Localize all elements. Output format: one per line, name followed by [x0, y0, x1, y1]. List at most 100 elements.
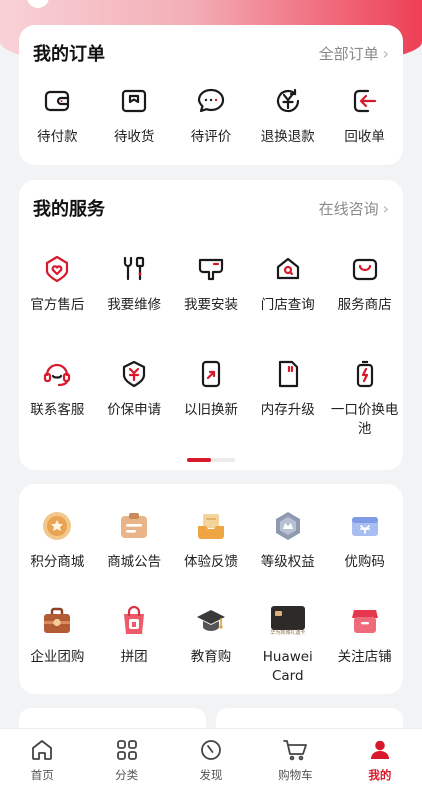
promo-label: 拼团 — [120, 649, 148, 665]
service-price-protect[interactable]: 价保申请 — [96, 358, 173, 439]
chevron-right-icon: › — [382, 198, 389, 218]
promo-feedback[interactable]: 体验反馈 — [173, 510, 250, 572]
service-label: 价保申请 — [107, 402, 162, 418]
all-orders-label: 全部订单 — [318, 44, 379, 63]
category-icon — [114, 737, 140, 763]
service-store-icon — [349, 253, 381, 285]
all-orders-link[interactable]: 全部订单 › — [319, 43, 389, 64]
order-recycle[interactable]: 回收单 — [326, 85, 403, 147]
package-icon — [118, 85, 150, 117]
tab-me[interactable]: 我的 — [338, 729, 422, 792]
refund-icon — [272, 85, 304, 117]
graduation-cap-icon — [195, 605, 227, 637]
group-buy-icon — [118, 605, 150, 637]
promo-announcement[interactable]: 商城公告 — [96, 510, 173, 572]
services-header: 我的服务 在线咨询 › — [33, 180, 389, 236]
service-label: 内存升级 — [260, 402, 315, 418]
install-icon — [195, 253, 227, 285]
service-label: 我要安装 — [183, 297, 238, 313]
points-coin-icon — [41, 510, 73, 542]
memory-card-icon — [272, 358, 304, 390]
orders-card: 我的订单 全部订单 › 待付款 待收货 待评价 退换退款 回收单 — [19, 25, 403, 165]
enterprise-bag-icon — [41, 605, 73, 637]
promo-label: 商城公告 — [107, 554, 162, 570]
service-official-aftersales[interactable]: 官方售后 — [19, 253, 96, 315]
carousel-indicator — [187, 458, 235, 462]
promo-huawei-card[interactable]: 华为商城礼遇卡 Huawei Card — [249, 605, 326, 686]
promo-label: Huawei Card — [262, 649, 313, 684]
service-battery[interactable]: 一口价换电池 — [326, 358, 403, 439]
order-to-receive[interactable]: 待收货 — [96, 85, 173, 147]
online-consult-link[interactable]: 在线咨询 › — [319, 198, 389, 219]
services-row-2: 联系客服 价保申请 以旧换新 内存升级 一口价换电池 — [19, 358, 403, 439]
cart-icon — [282, 737, 308, 763]
service-contact[interactable]: 联系客服 — [19, 358, 96, 439]
order-label: 待评价 — [190, 129, 232, 145]
service-install[interactable]: 我要安装 — [173, 253, 250, 315]
service-label: 以旧换新 — [183, 402, 238, 418]
promo-level-benefits[interactable]: 等级权益 — [249, 510, 326, 572]
promo-follow-store[interactable]: 关注店铺 — [326, 605, 403, 686]
wallet-icon — [41, 85, 73, 117]
promo-points-mall[interactable]: 积分商城 — [19, 510, 96, 572]
feedback-tray-icon — [195, 510, 227, 542]
order-pending-payment[interactable]: 待付款 — [19, 85, 96, 147]
price-protect-icon — [118, 358, 150, 390]
level-badge-icon — [272, 510, 304, 542]
home-icon — [29, 737, 55, 763]
orders-row: 待付款 待收货 待评价 退换退款 回收单 — [19, 85, 403, 147]
service-memory-upgrade[interactable]: 内存升级 — [249, 358, 326, 439]
order-label: 退换退款 — [260, 129, 315, 145]
tab-category[interactable]: 分类 — [84, 729, 168, 792]
comment-icon — [195, 85, 227, 117]
order-label: 待付款 — [37, 129, 78, 145]
tab-label: 发现 — [199, 768, 223, 782]
compass-icon — [198, 737, 224, 763]
coupon-code-icon — [349, 510, 381, 542]
profile-icon — [367, 737, 393, 763]
tab-cart[interactable]: 购物车 — [253, 729, 337, 792]
avatar[interactable] — [27, 0, 49, 8]
services-row-1: 官方售后 我要维修 我要安装 门店查询 服务商店 — [19, 253, 403, 315]
service-repair[interactable]: 我要维修 — [96, 253, 173, 315]
service-label: 服务商店 — [337, 297, 392, 313]
store-search-icon — [272, 253, 304, 285]
promo-label: 优购码 — [344, 554, 385, 570]
promo-label: 企业团购 — [30, 649, 85, 665]
chevron-right-icon: › — [382, 43, 389, 63]
promotions-row-1: 积分商城 商城公告 体验反馈 等级权益 优购码 — [19, 510, 403, 572]
service-label: 官方售后 — [30, 297, 85, 313]
tab-discover[interactable]: 发现 — [169, 729, 253, 792]
order-refund[interactable]: 退换退款 — [249, 85, 326, 147]
service-label: 我要维修 — [107, 297, 162, 313]
promotions-card: 积分商城 商城公告 体验反馈 等级权益 优购码 企业团购 拼团 教育购 华为商城… — [19, 484, 403, 694]
promo-label: 体验反馈 — [183, 554, 238, 570]
order-to-review[interactable]: 待评价 — [173, 85, 250, 147]
promotions-row-2: 企业团购 拼团 教育购 华为商城礼遇卡 Huawei Card 关注店铺 — [19, 605, 403, 686]
bottom-tab-bar: 首页 分类 发现 购物车 我的 — [0, 728, 422, 792]
orders-header: 我的订单 全部订单 › — [33, 25, 389, 81]
promo-enterprise[interactable]: 企业团购 — [19, 605, 96, 686]
service-label: 一口价换电池 — [330, 402, 399, 437]
follow-store-icon — [349, 605, 381, 637]
huawei-card-caption: 华为商城礼遇卡 — [270, 630, 306, 636]
promo-education[interactable]: 教育购 — [173, 605, 250, 686]
shield-heart-icon — [41, 253, 73, 285]
headset-icon — [41, 358, 73, 390]
tab-label: 分类 — [115, 768, 139, 782]
promo-label: 积分商城 — [30, 554, 85, 570]
carousel-indicator-active — [187, 458, 211, 462]
recycle-icon — [349, 85, 381, 117]
promo-coupon-code[interactable]: 优购码 — [326, 510, 403, 572]
tab-label: 首页 — [30, 768, 54, 782]
tab-home[interactable]: 首页 — [0, 729, 84, 792]
promo-group-buy[interactable]: 拼团 — [96, 605, 173, 686]
service-store[interactable]: 服务商店 — [326, 253, 403, 315]
huawei-card-icon: 华为商城礼遇卡 — [268, 605, 308, 637]
order-label: 回收单 — [344, 129, 385, 145]
online-consult-label: 在线咨询 — [318, 199, 379, 218]
service-store-search[interactable]: 门店查询 — [249, 253, 326, 315]
promo-label: 等级权益 — [260, 554, 315, 570]
service-label: 门店查询 — [260, 297, 315, 313]
service-trade-in[interactable]: 以旧换新 — [173, 358, 250, 439]
